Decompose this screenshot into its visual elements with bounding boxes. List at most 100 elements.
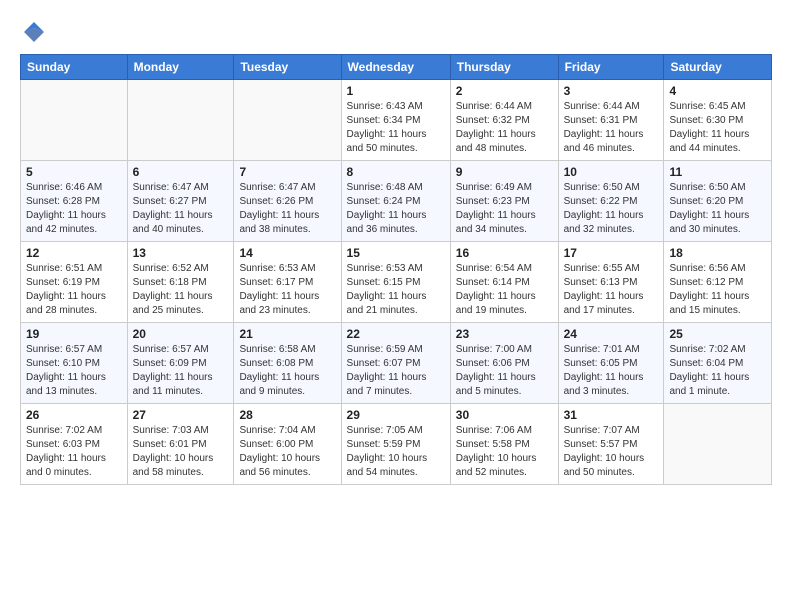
- day-info: Sunrise: 6:54 AM Sunset: 6:14 PM Dayligh…: [456, 262, 553, 318]
- day-number: 21: [239, 327, 335, 341]
- calendar-cell: [234, 80, 341, 161]
- day-info: Sunrise: 6:58 AM Sunset: 6:08 PM Dayligh…: [239, 343, 335, 399]
- calendar-cell: 17 Sunrise: 6:55 AM Sunset: 6:13 PM Dayli…: [558, 242, 664, 323]
- day-info: Sunrise: 6:55 AM Sunset: 6:13 PM Dayligh…: [564, 262, 659, 318]
- day-number: 24: [564, 327, 659, 341]
- calendar-day-header: Sunday: [21, 55, 128, 80]
- day-number: 28: [239, 408, 335, 422]
- calendar-cell: 4 Sunrise: 6:45 AM Sunset: 6:30 PM Daylig…: [664, 80, 772, 161]
- day-info: Sunrise: 7:05 AM Sunset: 5:59 PM Dayligh…: [347, 424, 445, 480]
- calendar-cell: 31Sunrise: 7:07 AM Sunset: 5:57 PM Dayli…: [558, 404, 664, 485]
- calendar-cell: [127, 80, 234, 161]
- day-number: 25: [669, 327, 766, 341]
- calendar-cell: 18 Sunrise: 6:56 AM Sunset: 6:12 PM Dayli…: [664, 242, 772, 323]
- calendar-table: SundayMondayTuesdayWednesdayThursdayFrid…: [20, 54, 772, 485]
- calendar-cell: 23Sunrise: 7:00 AM Sunset: 6:06 PM Dayli…: [450, 323, 558, 404]
- logo-icon: [20, 18, 48, 46]
- day-info: Sunrise: 6:48 AM Sunset: 6:24 PM Dayligh…: [347, 181, 445, 237]
- day-number: 15: [347, 246, 445, 260]
- calendar-cell: 24 Sunrise: 7:01 AM Sunset: 6:05 PM Dayli…: [558, 323, 664, 404]
- day-info: Sunrise: 6:53 AM Sunset: 6:17 PM Dayligh…: [239, 262, 335, 318]
- calendar-cell: 13 Sunrise: 6:52 AM Sunset: 6:18 PM Dayli…: [127, 242, 234, 323]
- day-info: Sunrise: 6:50 AM Sunset: 6:22 PM Dayligh…: [564, 181, 659, 237]
- calendar-cell: 11 Sunrise: 6:50 AM Sunset: 6:20 PM Dayli…: [664, 161, 772, 242]
- calendar-cell: 30 Sunrise: 7:06 AM Sunset: 5:58 PM Dayli…: [450, 404, 558, 485]
- day-number: 26: [26, 408, 122, 422]
- calendar-day-header: Monday: [127, 55, 234, 80]
- calendar-cell: 12Sunrise: 6:51 AM Sunset: 6:19 PM Dayli…: [21, 242, 128, 323]
- day-info: Sunrise: 6:45 AM Sunset: 6:30 PM Dayligh…: [669, 100, 766, 156]
- day-number: 11: [669, 165, 766, 179]
- day-number: 2: [456, 84, 553, 98]
- day-number: 17: [564, 246, 659, 260]
- day-info: Sunrise: 6:44 AM Sunset: 6:32 PM Dayligh…: [456, 100, 553, 156]
- calendar-cell: 7Sunrise: 6:47 AM Sunset: 6:26 PM Daylig…: [234, 161, 341, 242]
- calendar-cell: 3 Sunrise: 6:44 AM Sunset: 6:31 PM Daylig…: [558, 80, 664, 161]
- day-number: 7: [239, 165, 335, 179]
- day-info: Sunrise: 6:59 AM Sunset: 6:07 PM Dayligh…: [347, 343, 445, 399]
- calendar-cell: 22 Sunrise: 6:59 AM Sunset: 6:07 PM Dayli…: [341, 323, 450, 404]
- day-number: 1: [347, 84, 445, 98]
- day-info: Sunrise: 7:00 AM Sunset: 6:06 PM Dayligh…: [456, 343, 553, 399]
- calendar-cell: 10Sunrise: 6:50 AM Sunset: 6:22 PM Dayli…: [558, 161, 664, 242]
- day-number: 16: [456, 246, 553, 260]
- day-number: 20: [133, 327, 229, 341]
- day-number: 9: [456, 165, 553, 179]
- day-number: 29: [347, 408, 445, 422]
- calendar-cell: 8 Sunrise: 6:48 AM Sunset: 6:24 PM Daylig…: [341, 161, 450, 242]
- calendar-week-row: 1Sunrise: 6:43 AM Sunset: 6:34 PM Daylig…: [21, 80, 772, 161]
- calendar-day-header: Saturday: [664, 55, 772, 80]
- day-info: Sunrise: 7:02 AM Sunset: 6:04 PM Dayligh…: [669, 343, 766, 399]
- calendar-header-row: SundayMondayTuesdayWednesdayThursdayFrid…: [21, 55, 772, 80]
- calendar-cell: 26 Sunrise: 7:02 AM Sunset: 6:03 PM Dayli…: [21, 404, 128, 485]
- calendar-day-header: Wednesday: [341, 55, 450, 80]
- day-info: Sunrise: 6:53 AM Sunset: 6:15 PM Dayligh…: [347, 262, 445, 318]
- day-info: Sunrise: 6:49 AM Sunset: 6:23 PM Dayligh…: [456, 181, 553, 237]
- calendar-cell: 6 Sunrise: 6:47 AM Sunset: 6:27 PM Daylig…: [127, 161, 234, 242]
- calendar-cell: 15 Sunrise: 6:53 AM Sunset: 6:15 PM Dayli…: [341, 242, 450, 323]
- day-info: Sunrise: 6:51 AM Sunset: 6:19 PM Dayligh…: [26, 262, 122, 318]
- day-info: Sunrise: 7:01 AM Sunset: 6:05 PM Dayligh…: [564, 343, 659, 399]
- day-number: 27: [133, 408, 229, 422]
- calendar-cell: 29 Sunrise: 7:05 AM Sunset: 5:59 PM Dayli…: [341, 404, 450, 485]
- calendar-cell: 28Sunrise: 7:04 AM Sunset: 6:00 PM Dayli…: [234, 404, 341, 485]
- day-info: Sunrise: 6:57 AM Sunset: 6:09 PM Dayligh…: [133, 343, 229, 399]
- logo: [20, 18, 52, 46]
- day-number: 4: [669, 84, 766, 98]
- calendar-cell: [21, 80, 128, 161]
- calendar-day-header: Tuesday: [234, 55, 341, 80]
- day-number: 6: [133, 165, 229, 179]
- calendar-cell: 16 Sunrise: 6:54 AM Sunset: 6:14 PM Dayli…: [450, 242, 558, 323]
- day-info: Sunrise: 6:50 AM Sunset: 6:20 PM Dayligh…: [669, 181, 766, 237]
- calendar-cell: 21 Sunrise: 6:58 AM Sunset: 6:08 PM Dayli…: [234, 323, 341, 404]
- calendar-cell: 19 Sunrise: 6:57 AM Sunset: 6:10 PM Dayli…: [21, 323, 128, 404]
- day-info: Sunrise: 7:06 AM Sunset: 5:58 PM Dayligh…: [456, 424, 553, 480]
- day-number: 3: [564, 84, 659, 98]
- day-info: Sunrise: 6:44 AM Sunset: 6:31 PM Dayligh…: [564, 100, 659, 156]
- day-info: Sunrise: 6:52 AM Sunset: 6:18 PM Dayligh…: [133, 262, 229, 318]
- calendar-week-row: 19 Sunrise: 6:57 AM Sunset: 6:10 PM Dayli…: [21, 323, 772, 404]
- calendar-week-row: 12Sunrise: 6:51 AM Sunset: 6:19 PM Dayli…: [21, 242, 772, 323]
- calendar-cell: 2 Sunrise: 6:44 AM Sunset: 6:32 PM Daylig…: [450, 80, 558, 161]
- day-number: 22: [347, 327, 445, 341]
- calendar-day-header: Thursday: [450, 55, 558, 80]
- day-info: Sunrise: 7:02 AM Sunset: 6:03 PM Dayligh…: [26, 424, 122, 480]
- calendar-day-header: Friday: [558, 55, 664, 80]
- day-number: 13: [133, 246, 229, 260]
- day-number: 19: [26, 327, 122, 341]
- day-info: Sunrise: 6:56 AM Sunset: 6:12 PM Dayligh…: [669, 262, 766, 318]
- calendar-cell: 27 Sunrise: 7:03 AM Sunset: 6:01 PM Dayli…: [127, 404, 234, 485]
- calendar-week-row: 26 Sunrise: 7:02 AM Sunset: 6:03 PM Dayli…: [21, 404, 772, 485]
- day-info: Sunrise: 6:47 AM Sunset: 6:27 PM Dayligh…: [133, 181, 229, 237]
- day-number: 8: [347, 165, 445, 179]
- day-number: 5: [26, 165, 122, 179]
- day-info: Sunrise: 7:03 AM Sunset: 6:01 PM Dayligh…: [133, 424, 229, 480]
- calendar-week-row: 5Sunrise: 6:46 AM Sunset: 6:28 PM Daylig…: [21, 161, 772, 242]
- day-info: Sunrise: 6:57 AM Sunset: 6:10 PM Dayligh…: [26, 343, 122, 399]
- calendar-cell: 14Sunrise: 6:53 AM Sunset: 6:17 PM Dayli…: [234, 242, 341, 323]
- calendar-cell: [664, 404, 772, 485]
- calendar-cell: 5Sunrise: 6:46 AM Sunset: 6:28 PM Daylig…: [21, 161, 128, 242]
- day-number: 30: [456, 408, 553, 422]
- calendar-cell: 9 Sunrise: 6:49 AM Sunset: 6:23 PM Daylig…: [450, 161, 558, 242]
- day-number: 18: [669, 246, 766, 260]
